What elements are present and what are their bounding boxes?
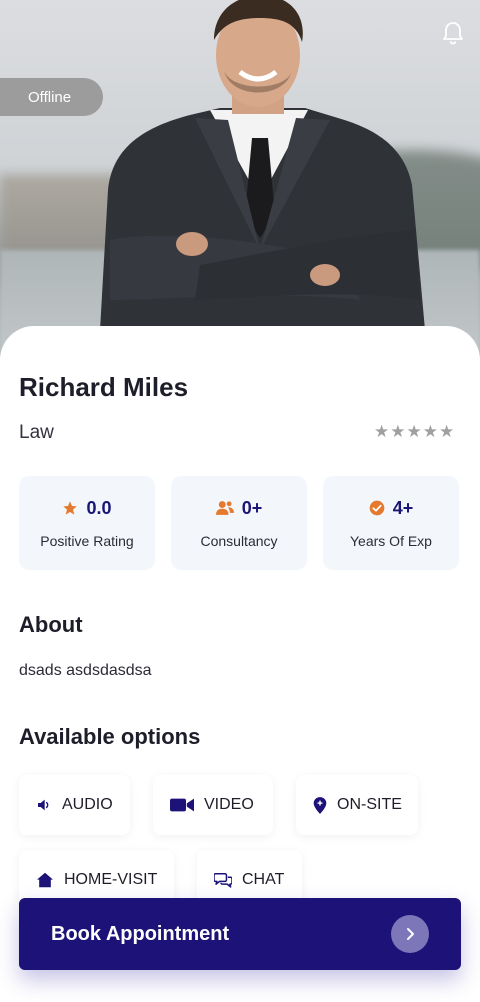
star-rating: ★ ★ ★ ★ ★: [374, 423, 454, 440]
book-appointment-label: Book Appointment: [51, 922, 230, 945]
location-pin-icon: [313, 796, 327, 814]
check-badge-icon: [369, 500, 385, 516]
about-text: dsads asdsdasdsa: [19, 662, 152, 679]
speaker-icon: [38, 799, 49, 811]
person-figure: [100, 0, 425, 330]
stat-value: 4+: [392, 497, 414, 518]
options-heading: Available options: [19, 724, 201, 749]
star-icon: ★: [374, 422, 390, 441]
option-video[interactable]: VIDEO: [153, 775, 273, 835]
notification-bell-icon[interactable]: [440, 20, 466, 46]
video-camera-icon: [170, 798, 194, 812]
option-label: AUDIO: [62, 796, 113, 813]
option-audio[interactable]: AUDIO: [19, 775, 130, 835]
chat-icon: [214, 873, 232, 888]
option-on-site[interactable]: ON-SITE: [296, 775, 418, 835]
star-icon: ★: [390, 422, 406, 441]
profile-name: Richard Miles: [19, 372, 189, 402]
stat-label: Years Of Exp: [350, 532, 432, 549]
users-icon: [215, 501, 234, 515]
star-icon: [63, 501, 78, 515]
option-label: VIDEO: [204, 796, 254, 813]
stat-card-consultancy: 0+ Consultancy: [171, 476, 307, 570]
stat-card-rating: 0.0 Positive Rating: [19, 476, 155, 570]
profile-category: Law: [19, 422, 54, 443]
home-icon: [37, 872, 53, 888]
star-icon: ★: [439, 422, 455, 441]
stat-label: Consultancy: [200, 532, 278, 549]
stat-label: Positive Rating: [40, 532, 134, 549]
status-badge: Offline: [0, 78, 103, 116]
stats-row: 0.0 Positive Rating 0+ Consultancy 4+ Ye…: [19, 476, 459, 570]
chevron-right-icon: [391, 915, 429, 953]
option-label: HOME-VISIT: [64, 871, 158, 888]
option-label: CHAT: [242, 871, 285, 888]
book-appointment-button[interactable]: Book Appointment: [19, 898, 461, 970]
stat-value: 0.0: [86, 497, 112, 518]
star-icon: ★: [406, 422, 422, 441]
stat-value: 0+: [241, 497, 263, 518]
stat-card-experience: 4+ Years Of Exp: [323, 476, 459, 570]
about-heading: About: [19, 612, 83, 637]
profile-photo: [0, 0, 480, 360]
star-icon: ★: [422, 422, 438, 441]
option-label: ON-SITE: [337, 796, 402, 813]
